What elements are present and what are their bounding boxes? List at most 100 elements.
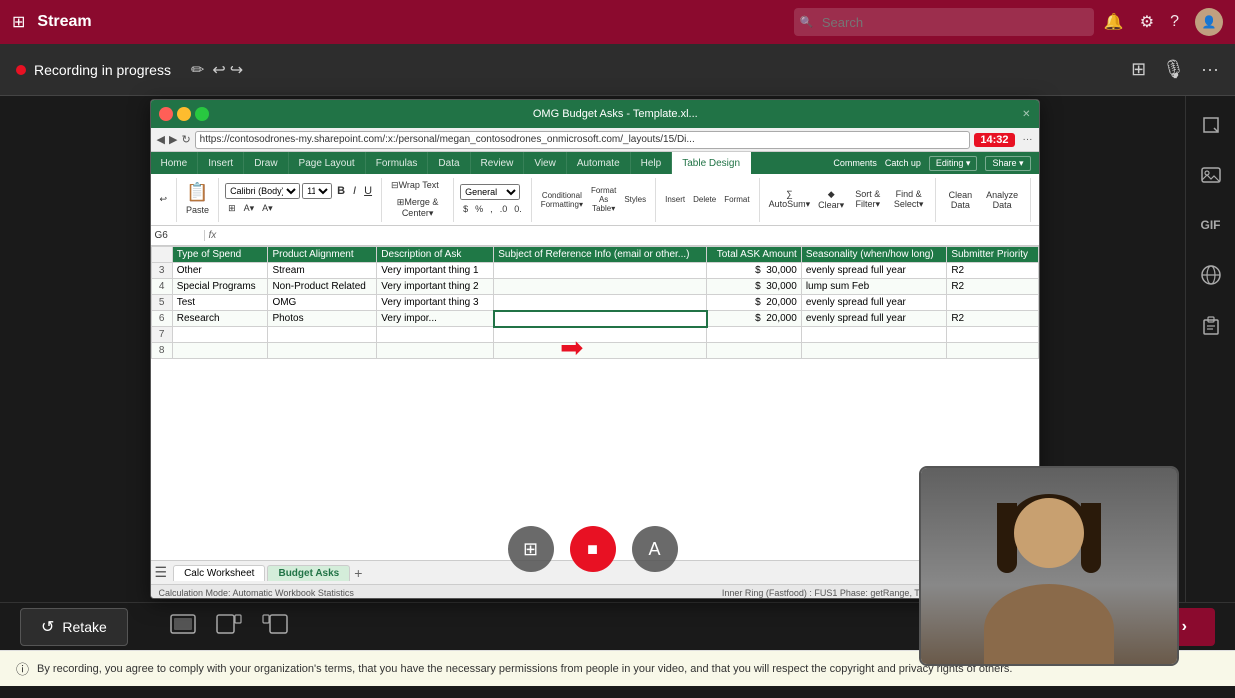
cell-styles-btn[interactable]: Styles <box>621 193 649 206</box>
fill-color-btn[interactable]: A▾ <box>241 201 258 216</box>
mic-icon[interactable]: 🎙 <box>1162 59 1185 80</box>
layout-screen-cam-btn[interactable] <box>216 614 242 640</box>
more-options-icon[interactable]: ··· <box>1201 59 1219 80</box>
url-bar[interactable] <box>195 131 971 149</box>
text-overlay-button[interactable]: A <box>632 526 678 572</box>
sheet-nav-left[interactable]: ☰ <box>155 564 168 581</box>
paste-btn[interactable]: Paste <box>183 203 212 217</box>
layout-cam-screen-btn[interactable] <box>262 614 288 640</box>
cell-product-align-5[interactable]: OMG <box>268 295 377 311</box>
retake-button[interactable]: ↺ Retake <box>20 608 128 646</box>
cell-product-align-3[interactable]: Stream <box>268 263 377 279</box>
ribbon-undo-btn[interactable]: ↩ <box>157 192 171 207</box>
clear-btn[interactable]: ◆ Clear▾ <box>815 187 847 213</box>
underline-btn[interactable]: U <box>361 183 375 199</box>
font-family-select[interactable]: Calibri (Body) <box>225 183 300 199</box>
cell-amount-5[interactable]: $ 20,000 <box>707 295 802 311</box>
cell-ref-3[interactable] <box>494 263 707 279</box>
cell-priority-6[interactable]: R2 <box>947 311 1038 327</box>
redo-button[interactable]: ↪ <box>230 60 243 80</box>
comma-btn[interactable]: , <box>487 202 496 216</box>
cell-amount-4[interactable]: $ 30,000 <box>707 279 802 295</box>
cell-desc-4[interactable]: Very important thing 2 <box>377 279 494 295</box>
format-as-table-btn[interactable]: Format AsTable▾ <box>588 184 619 215</box>
tab-data[interactable]: Data <box>428 152 470 174</box>
cell-desc-6[interactable]: Very impor... <box>377 311 494 327</box>
autosum-btn[interactable]: ∑ AutoSum▾ <box>766 187 814 212</box>
format-cells-btn[interactable]: Format <box>721 193 752 206</box>
col-header-c[interactable]: Description of Ask <box>377 247 494 263</box>
cell-ref-5[interactable] <box>494 295 707 311</box>
sort-filter-btn[interactable]: Sort & Filter▾ <box>849 187 886 212</box>
tab-help[interactable]: Help <box>631 152 673 174</box>
search-input[interactable] <box>794 8 1094 36</box>
sheet-tab-calc[interactable]: Calc Worksheet <box>173 565 265 581</box>
cell-product-align-6[interactable]: Photos <box>268 311 377 327</box>
cell-priority-4[interactable]: R2 <box>947 279 1038 295</box>
merge-center-btn[interactable]: ⊞Merge & Center▾ <box>388 195 447 221</box>
italic-btn[interactable]: I <box>350 183 359 199</box>
sidebar-clipboard-icon[interactable] <box>1194 308 1228 342</box>
close-button[interactable] <box>159 107 173 121</box>
cell-ref-6-active[interactable] <box>494 311 707 327</box>
col-header-e[interactable]: Total ASK Amount <box>707 247 802 263</box>
cell-season-4[interactable]: lump sum Feb <box>801 279 947 295</box>
comments-btn[interactable]: Comments <box>833 158 877 168</box>
find-select-btn[interactable]: Find & Select▾ <box>888 187 929 212</box>
cell-season-3[interactable]: evenly spread full year <box>801 263 947 279</box>
share-btn[interactable]: Share ▾ <box>985 156 1030 171</box>
col-header-d[interactable]: Subject of Reference Info (email or othe… <box>494 247 707 263</box>
tab-formulas[interactable]: Formulas <box>366 152 429 174</box>
avatar[interactable]: 👤 <box>1195 8 1223 36</box>
currency-btn[interactable]: $ <box>460 202 471 216</box>
cell-type-spend-6[interactable]: Research <box>172 311 268 327</box>
sidebar-sticker-icon[interactable] <box>1194 108 1228 142</box>
borders-btn[interactable]: ⊞ <box>225 201 239 216</box>
decimal-increase-btn[interactable]: .0 <box>497 202 511 216</box>
decimal-decrease-btn[interactable]: 0. <box>511 202 525 216</box>
cell-amount-6[interactable]: $ 20,000 <box>707 311 802 327</box>
col-header-b[interactable]: Product Alignment <box>268 247 377 263</box>
notifications-icon[interactable]: 🔔 <box>1104 12 1124 32</box>
cell-amount-3[interactable]: $ 30,000 <box>707 263 802 279</box>
eraser-button[interactable]: ✏ <box>191 60 204 80</box>
percent-btn[interactable]: % <box>472 202 486 216</box>
help-icon[interactable]: ? <box>1170 13 1179 31</box>
tab-table-design[interactable]: Table Design <box>672 152 751 174</box>
cell-type-spend-3[interactable]: Other <box>172 263 268 279</box>
cell-desc-3[interactable]: Very important thing 1 <box>377 263 494 279</box>
cell-priority-3[interactable]: R2 <box>947 263 1038 279</box>
bold-btn[interactable]: B <box>334 183 348 199</box>
caption-icon[interactable]: ⊞ <box>1131 59 1146 80</box>
undo-button[interactable]: ↩ <box>212 60 225 80</box>
clean-btn[interactable]: Clean Data <box>942 188 979 212</box>
forward-button[interactable]: ▶ <box>169 133 177 146</box>
cell-type-spend-4[interactable]: Special Programs <box>172 279 268 295</box>
cell-product-align-4[interactable]: Non-Product Related <box>268 279 377 295</box>
tab-review[interactable]: Review <box>471 152 525 174</box>
cell-season-6[interactable]: evenly spread full year <box>801 311 947 327</box>
wrap-text-btn[interactable]: ⊟Wrap Text <box>388 178 442 193</box>
cell-priority-5[interactable] <box>947 295 1038 311</box>
font-size-select[interactable]: 11 <box>302 183 332 199</box>
conditional-format-btn[interactable]: ConditionalFormatting▾ <box>538 189 586 211</box>
tab-page-layout[interactable]: Page Layout <box>289 152 366 174</box>
more-browser-btn[interactable]: ··· <box>1023 134 1033 145</box>
sheet-tab-budget[interactable]: Budget Asks <box>267 565 350 581</box>
col-header-g[interactable]: Submitter Priority <box>947 247 1038 263</box>
tab-view[interactable]: View <box>524 152 567 174</box>
stop-recording-button[interactable]: ■ <box>570 526 616 572</box>
tab-home[interactable]: Home <box>151 152 199 174</box>
font-color-btn[interactable]: A▾ <box>259 201 276 216</box>
refresh-button[interactable]: ↻ <box>181 133 190 146</box>
analyze-btn[interactable]: Analyze Data <box>981 188 1024 212</box>
cell-ref-4[interactable] <box>494 279 707 295</box>
tab-insert[interactable]: Insert <box>198 152 244 174</box>
sidebar-image-icon[interactable] <box>1194 158 1228 192</box>
tab-draw[interactable]: Draw <box>244 152 288 174</box>
minimize-button[interactable] <box>177 107 191 121</box>
grid-icon[interactable]: ⊞ <box>12 12 25 32</box>
cell-type-spend-5[interactable]: Test <box>172 295 268 311</box>
editing-btn[interactable]: Editing ▾ <box>929 156 978 171</box>
back-button[interactable]: ◀ <box>157 133 165 146</box>
